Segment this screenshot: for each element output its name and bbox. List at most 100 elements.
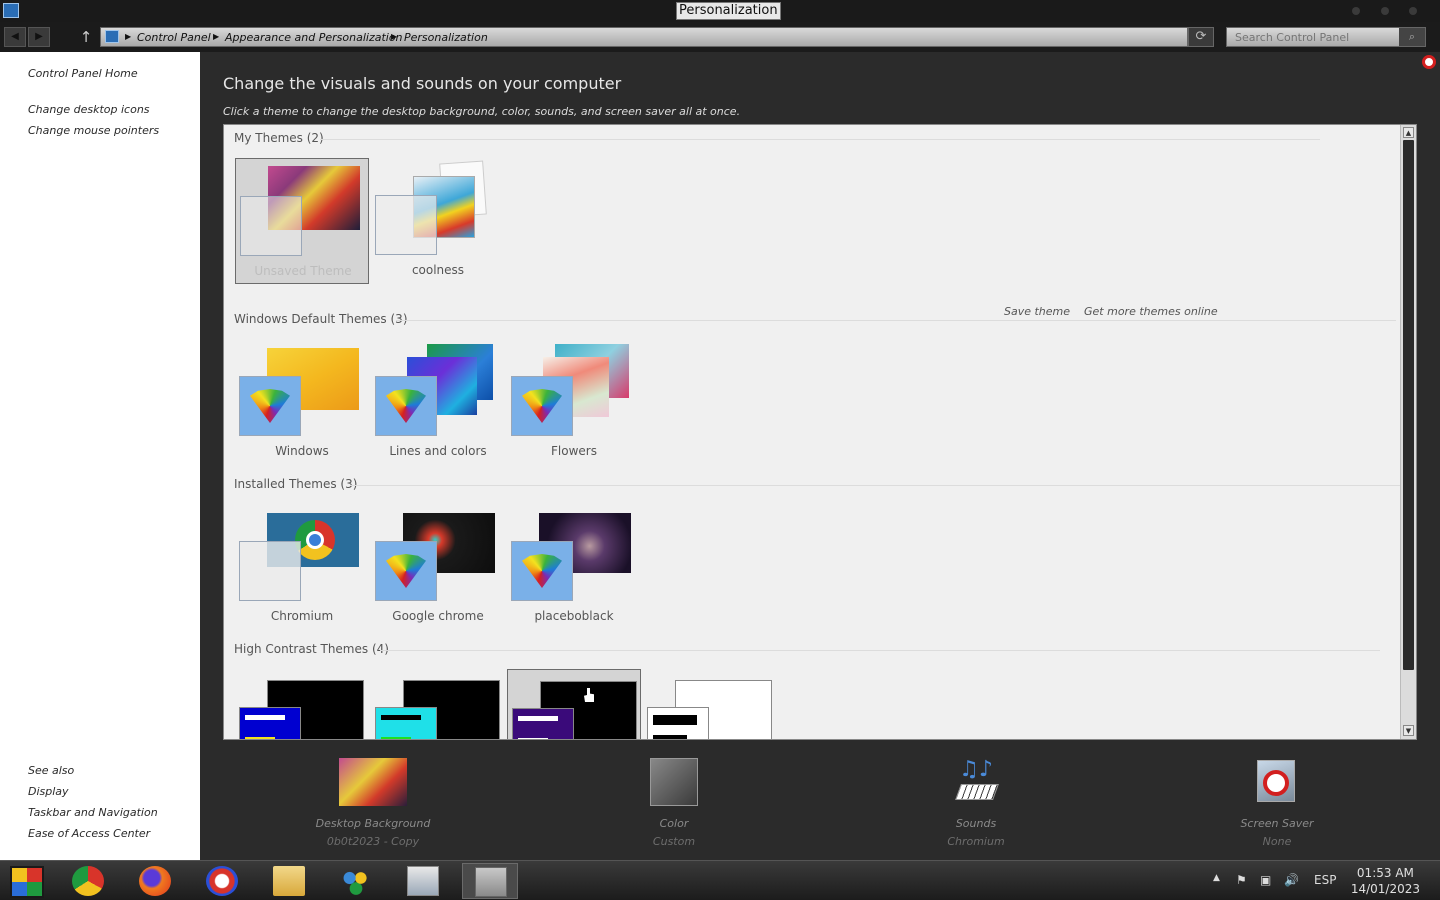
taskbar-monitor[interactable] [395, 863, 451, 899]
network-icon[interactable]: ▣ [1260, 873, 1271, 887]
chrome-logo-center [306, 531, 324, 549]
color-value: Custom [652, 835, 696, 848]
theme-high-contrast-3[interactable] [507, 669, 641, 739]
screen-saver-setting[interactable]: Screen Saver None [1197, 758, 1357, 848]
clock[interactable]: 01:53 AM 14/01/2023 [1351, 865, 1420, 897]
color-swatch [511, 541, 573, 601]
theme-coolness[interactable]: coolness [371, 158, 505, 284]
taskbar-opera[interactable] [194, 863, 250, 899]
breadcrumb-control-panel[interactable]: Control Panel [137, 31, 211, 44]
sidebar-link-ease-of-access[interactable]: Ease of Access Center [28, 827, 150, 840]
taskbar: ▲ ⚑ ▣ 🔊 ESP 01:53 AM 14/01/2023 [0, 860, 1440, 900]
theme-unsaved[interactable]: Unsaved Theme [235, 158, 369, 284]
control-panel-icon [3, 3, 19, 18]
minimize-button[interactable] [1352, 7, 1360, 15]
section-title-installed-themes: Installed Themes (3) [234, 477, 358, 491]
sounds-value: Chromium [947, 835, 1005, 848]
screen-saver-icon [1253, 758, 1301, 806]
theme-windows[interactable]: Windows [235, 339, 369, 465]
desktop-background-icon [339, 758, 407, 806]
divider [396, 320, 1396, 321]
chevron-right-icon[interactable]: ▶ [213, 32, 219, 41]
theme-lines-and-colors[interactable]: Lines and colors [371, 339, 505, 465]
desktop-background-setting[interactable]: Desktop Background 0b0t2023 - Copy [293, 758, 453, 848]
maximize-button[interactable] [1381, 7, 1389, 15]
themes-scrollbar[interactable]: ▲ ▼ [1400, 125, 1416, 739]
flag-icon[interactable]: ⚑ [1236, 873, 1247, 887]
color-swatch [375, 376, 437, 436]
scrollbar-thumb[interactable] [1403, 140, 1414, 670]
section-title-default-themes: Windows Default Themes (3) [234, 312, 408, 326]
sidebar-link-control-panel-home[interactable]: Control Panel Home [28, 67, 138, 80]
color-swatch [375, 541, 437, 601]
scroll-down-arrow[interactable]: ▼ [1403, 725, 1414, 736]
contrast-bar [245, 737, 275, 739]
theme-high-contrast-white[interactable] [643, 669, 777, 739]
taskbar-chrome[interactable] [60, 863, 116, 899]
search-icon[interactable]: ⌕ [1399, 28, 1425, 46]
back-button[interactable]: ◀ [4, 27, 26, 47]
title-bar: Personalization [0, 0, 1440, 22]
theme-chromium[interactable]: Chromium [235, 504, 369, 630]
sidebar-link-taskbar[interactable]: Taskbar and Navigation [28, 806, 158, 819]
theme-label: Unsaved Theme [254, 264, 352, 278]
color-swatch [511, 376, 573, 436]
taskbar-control-panel[interactable] [462, 863, 518, 899]
breadcrumb-appearance[interactable]: Appearance and Personalization [225, 31, 403, 44]
refresh-button[interactable]: ⟳ [1188, 27, 1214, 47]
sounds-label: Sounds [955, 817, 997, 830]
color-swatch [239, 707, 301, 739]
theme-high-contrast-2[interactable] [371, 669, 505, 739]
color-wheel-icon [522, 389, 562, 423]
chevron-up-icon[interactable]: ▲ [1213, 873, 1220, 883]
theme-google-chrome[interactable]: Google chrome [371, 504, 505, 630]
close-button[interactable] [1409, 7, 1417, 15]
color-setting[interactable]: Color Custom [594, 758, 754, 848]
contrast-bar [653, 735, 687, 739]
save-theme-link[interactable]: Save theme [1004, 305, 1070, 318]
forward-button[interactable]: ▶ [28, 27, 50, 47]
sidebar: Control Panel Home Change desktop icons … [0, 52, 200, 860]
sidebar-link-mouse-pointers[interactable]: Change mouse pointers [28, 124, 159, 137]
get-more-themes-link[interactable]: Get more themes online [1084, 305, 1218, 318]
resource-monitor-icon [407, 866, 439, 896]
taskbar-firefox[interactable] [127, 863, 183, 899]
chrome-icon [72, 866, 104, 896]
taskbar-people[interactable] [328, 863, 384, 899]
theme-flowers[interactable]: Flowers [507, 339, 641, 465]
chevron-right-icon[interactable]: ▶ [125, 32, 131, 41]
see-also-heading: See also [28, 764, 75, 777]
start-button[interactable] [0, 863, 56, 899]
language-indicator[interactable]: ESP [1314, 873, 1336, 887]
screen-saver-label: Screen Saver [1240, 817, 1314, 830]
contrast-bar [653, 715, 697, 725]
color-swatch [240, 196, 302, 256]
contrast-bar [518, 738, 548, 739]
contrast-bar [381, 737, 411, 739]
theme-high-contrast-1[interactable] [235, 669, 369, 739]
sidebar-link-display[interactable]: Display [28, 785, 69, 798]
desktop-background-label: Desktop Background [315, 817, 431, 830]
sidebar-link-desktop-icons[interactable]: Change desktop icons [28, 103, 150, 116]
scroll-up-arrow[interactable]: ▲ [1403, 127, 1414, 138]
help-icon[interactable] [1422, 55, 1436, 69]
theme-placeboblack[interactable]: placeboblack [507, 504, 641, 630]
taskbar-file-explorer[interactable] [261, 863, 317, 899]
page-subtitle: Click a theme to change the desktop back… [223, 105, 741, 118]
search-box[interactable]: ⌕ [1226, 27, 1426, 47]
breadcrumb-personalization[interactable]: Personalization [404, 31, 488, 44]
people-icon [340, 866, 372, 896]
color-label: Color [659, 817, 689, 830]
breadcrumb[interactable]: ▶ Control Panel ▶ Appearance and Persona… [100, 27, 1188, 47]
control-panel-icon [475, 867, 507, 897]
search-input[interactable] [1227, 28, 1399, 46]
up-arrow-icon[interactable]: ↑ [78, 27, 94, 47]
theme-label: Chromium [270, 609, 334, 623]
volume-icon[interactable]: 🔊 [1284, 873, 1299, 887]
themes-list[interactable]: My Themes (2) Unsaved Theme coolness Sav… [223, 124, 1417, 740]
chevron-right-icon[interactable]: ▶ [391, 32, 397, 41]
sounds-setting[interactable]: ♫♪ Sounds Chromium [896, 758, 1056, 849]
section-title-high-contrast: High Contrast Themes (4) [234, 642, 389, 656]
color-wheel-icon [386, 389, 426, 423]
contrast-bar [245, 715, 285, 720]
